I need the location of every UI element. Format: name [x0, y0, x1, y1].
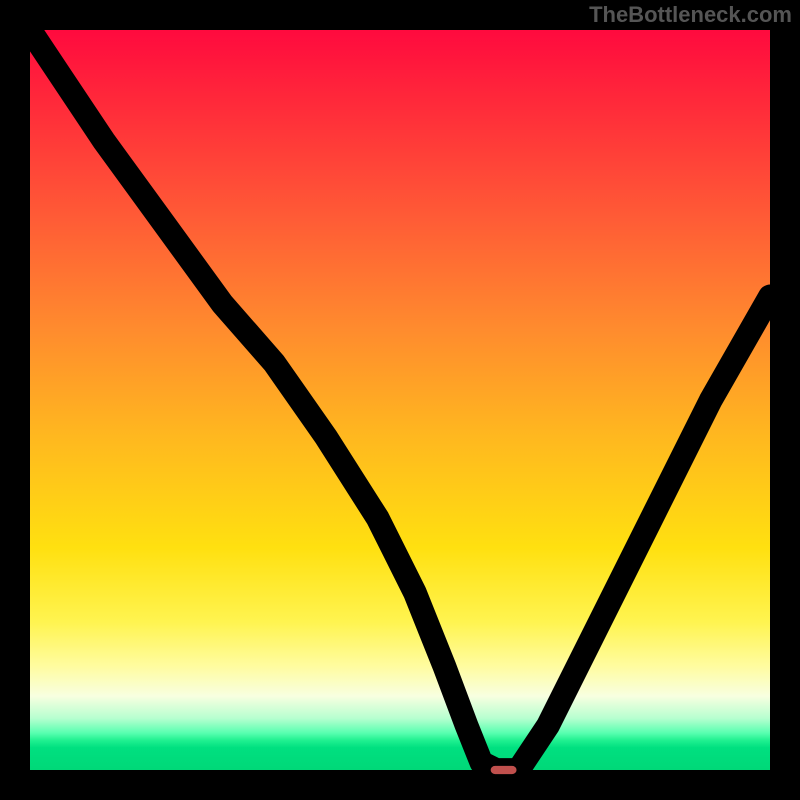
plot-area	[30, 30, 770, 770]
minimum-marker	[491, 766, 517, 774]
chart-frame: TheBottleneck.com	[0, 0, 800, 800]
watermark-text: TheBottleneck.com	[589, 2, 792, 28]
curve-layer	[30, 30, 770, 770]
bottleneck-curve	[30, 30, 770, 770]
